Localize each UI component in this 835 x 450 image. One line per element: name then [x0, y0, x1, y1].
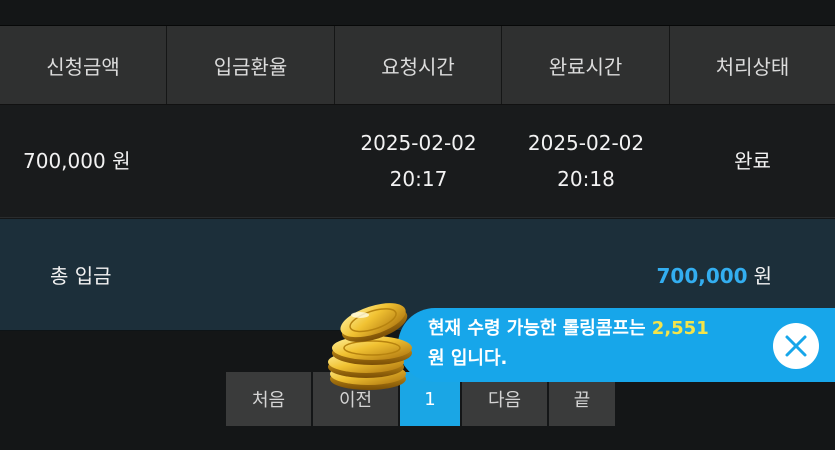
complete-date: 2025-02-02 [527, 131, 645, 155]
total-label: 총 입금 [50, 264, 112, 288]
row-amount: 700,000 원 [23, 149, 131, 173]
rolling-comp-toast: 현재 수령 가능한 롤링콤프는 2,551 원 입니다. [398, 308, 835, 382]
request-date: 2025-02-02 [360, 131, 477, 155]
page-first-button[interactable]: 처음 [226, 372, 311, 426]
top-strip [0, 0, 835, 26]
toast-text-after: 원 입니다. [428, 348, 508, 369]
toast-points: 2,551 [651, 318, 709, 339]
request-clock: 20:17 [389, 167, 448, 191]
toast-text-before: 현재 수령 가능한 롤링콤프는 [428, 318, 652, 339]
complete-clock: 20:18 [557, 167, 615, 191]
row-complete-time: 2025-02-02 20:18 [502, 105, 670, 217]
close-icon [785, 335, 807, 357]
header-complete-time: 완료시간 [502, 26, 670, 104]
table-row: 700,000 원 2025-02-02 20:17 2025-02-02 20… [0, 105, 835, 218]
toast-close-button[interactable] [773, 323, 819, 369]
total-amount-value: 700,000 [656, 264, 748, 288]
header-request-amount: 신청금액 [0, 26, 167, 104]
total-amount-unit: 원 [753, 264, 772, 288]
total-amount: 700,000 원 [657, 260, 773, 289]
header-request-time: 요청시간 [335, 26, 502, 104]
header-status: 처리상태 [715, 54, 790, 79]
row-status: 완료 [734, 149, 771, 173]
table-header-row: 신청금액 입금환율 요청시간 완료시간 처리상태 [0, 26, 835, 105]
row-rate [167, 105, 335, 217]
header-deposit-rate: 입금환율 [167, 26, 335, 104]
row-request-time: 2025-02-02 20:17 [335, 105, 502, 217]
deposit-history-table: 신청금액 입금환율 요청시간 완료시간 처리상태 700,000 원 2025-… [0, 26, 835, 218]
toast-message: 현재 수령 가능한 롤링콤프는 2,551 원 입니다. [428, 314, 778, 374]
gold-coins-icon [328, 303, 412, 390]
